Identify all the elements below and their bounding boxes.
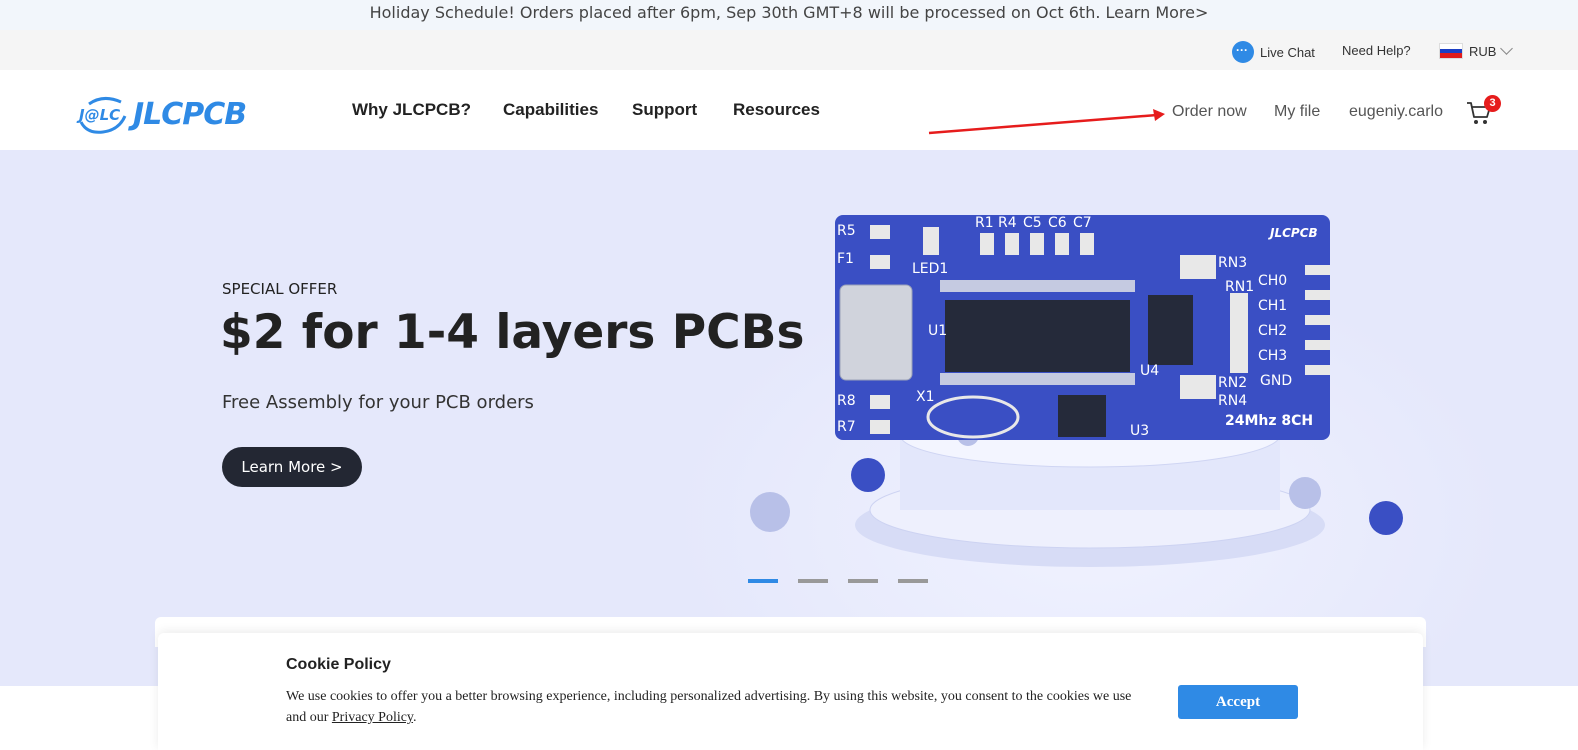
utility-bar: Live Chat Need Help? RUB [0, 30, 1578, 70]
pcb-label: RN1 [1225, 279, 1254, 295]
pcb-label: C7 [1073, 215, 1092, 231]
live-chat-label: Live Chat [1260, 44, 1315, 60]
privacy-policy-link[interactable]: Privacy Policy [332, 710, 413, 725]
pcb-label: U1 [928, 323, 947, 339]
my-file-link[interactable]: My file [1274, 103, 1320, 121]
carousel-dot[interactable] [798, 579, 828, 583]
carousel-dot[interactable] [898, 579, 928, 583]
pcb-label: GND [1260, 373, 1292, 389]
svg-text:J@LC: J@LC [76, 106, 120, 124]
pcb-label: RN3 [1218, 255, 1247, 271]
learn-more-button[interactable]: Learn More > [222, 447, 362, 487]
need-help-link[interactable]: Need Help? [1342, 43, 1411, 58]
order-now-link[interactable]: Order now [1172, 103, 1247, 121]
nav-why-jlcpcb[interactable]: Why JLCPCB? [352, 100, 471, 120]
cart-button[interactable]: 3 [1466, 95, 1501, 130]
hero-subline: Free Assembly for your PCB orders [222, 392, 534, 413]
pcb-label: R4 [998, 215, 1017, 231]
pcb-label: R5 [837, 223, 856, 239]
nav-capabilities[interactable]: Capabilities [503, 100, 598, 120]
pcb-label: R8 [837, 393, 856, 409]
pcb-label: RN2 [1218, 375, 1247, 391]
pcb-label: R1 [975, 215, 994, 231]
hero-headline: $2 for 1-4 layers PCBs [220, 305, 805, 360]
announcement-link[interactable]: Holiday Schedule! Orders placed after 6p… [370, 3, 1209, 22]
chevron-down-icon [1500, 42, 1514, 55]
accept-cookies-button[interactable]: Accept [1178, 685, 1298, 719]
pcb-product-image: R1 R4 C5 C6 C7 R5 F1 LED1 U1 R8 R7 X1 U3 U4 RN3 RN… [750, 215, 1403, 567]
main-header: J@LC JLCPCB Why JLCPCB? Capabilities Sup… [0, 70, 1578, 150]
jlc-logo-mark: J@LC [76, 97, 127, 134]
currency-label: RUB [1469, 43, 1497, 59]
jlcpcb-logo[interactable]: J@LC JLCPCB [75, 94, 247, 134]
nav-resources[interactable]: Resources [733, 100, 820, 120]
pcb-label: X1 [916, 389, 935, 405]
red-arrow-annotation [928, 109, 1165, 135]
currency-selector[interactable]: RUB [1439, 42, 1514, 59]
announcement-bar[interactable]: Holiday Schedule! Orders placed after 6p… [0, 0, 1578, 30]
cookie-title: Cookie Policy [286, 656, 391, 673]
pcb-label: R7 [837, 419, 856, 435]
pcb-label: LED1 [912, 261, 948, 277]
pcb-label: CH3 [1258, 348, 1287, 364]
user-account-link[interactable]: eugeniy.carlo [1349, 103, 1443, 121]
pcb-label: 24Mhz 8CH [1225, 413, 1313, 429]
russia-flag-icon [1439, 43, 1463, 59]
logo-wordmark: JLCPCB [133, 96, 247, 132]
cart-count-badge: 3 [1484, 95, 1501, 112]
cookie-text: We use cookies to offer you a better bro… [286, 686, 1146, 728]
carousel-indicators [748, 579, 928, 583]
pcb-label: RN4 [1218, 393, 1247, 409]
hero-kicker: SPECIAL OFFER [222, 280, 338, 298]
pcb-label: U3 [1130, 423, 1149, 439]
pcb-label: CH1 [1258, 298, 1287, 314]
live-chat-button[interactable]: Live Chat [1232, 41, 1315, 63]
hero-banner: SPECIAL OFFER $2 for 1-4 layers PCBs Fre… [0, 150, 1578, 686]
carousel-dot[interactable] [748, 579, 778, 583]
pcb-label: F1 [837, 251, 854, 267]
pcb-label: U4 [1140, 363, 1159, 379]
carousel-dot[interactable] [848, 579, 878, 583]
pcb-label: C6 [1048, 215, 1067, 231]
pcb-label: C5 [1023, 215, 1042, 231]
chat-bubble-icon [1232, 41, 1254, 63]
cookie-end-text: . [413, 710, 417, 725]
pcb-label: CH2 [1258, 323, 1287, 339]
pcb-label: CH0 [1258, 273, 1287, 289]
nav-support[interactable]: Support [632, 100, 697, 120]
pcb-label: JLCPCB [1268, 226, 1318, 240]
cookie-banner: Cookie Policy We use cookies to offer yo… [158, 633, 1423, 750]
